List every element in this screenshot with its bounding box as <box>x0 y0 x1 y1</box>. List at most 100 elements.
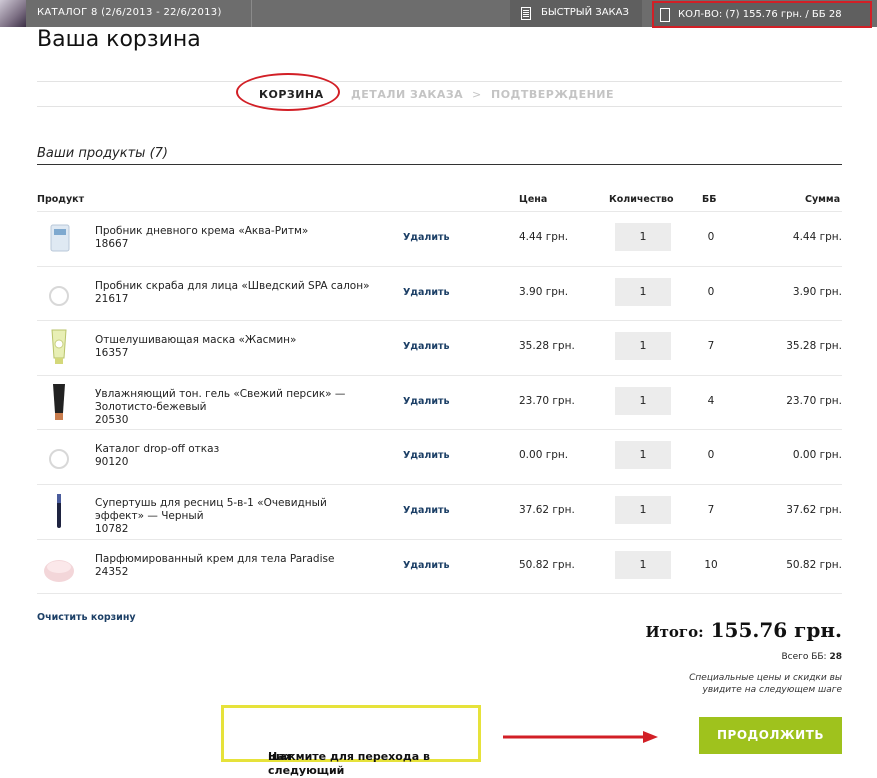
bb-points: 7 <box>707 340 715 353</box>
total-label: Итого: <box>645 623 704 641</box>
step-arrow: > <box>472 88 482 101</box>
quantity-field[interactable]: 1 <box>615 277 671 306</box>
quantity-field[interactable]: 1 <box>615 386 671 415</box>
quantity-field[interactable]: 1 <box>615 441 671 470</box>
table-row: Каталог drop-off отказ 90120 Удалить 0.00 г… <box>37 429 842 484</box>
bb-points: 0 <box>707 449 715 462</box>
header-bb: ББ <box>702 194 717 205</box>
continue-button[interactable]: ПРОДОЛЖИТЬ <box>699 717 842 754</box>
product-name[interactable]: Отшелушивающая маска «Жасмин» 16357 <box>95 334 385 360</box>
product-name[interactable]: Пробник дневного крема «Аква-Ритм» 18667 <box>95 225 385 251</box>
product-name-line: 16357 <box>95 347 129 360</box>
placeholder-circle-icon[interactable] <box>42 274 76 314</box>
hint-line: шаг <box>268 750 293 763</box>
tube-icon[interactable] <box>42 328 76 368</box>
quantity-field[interactable]: 1 <box>615 550 671 579</box>
product-name[interactable]: Каталог drop-off отказ 90120 <box>95 443 385 469</box>
products-title: Ваши продукты (7) <box>37 146 168 161</box>
delete-link[interactable]: Удалить <box>403 232 450 243</box>
product-name-line: 21617 <box>95 292 129 305</box>
header-product: Продукт <box>37 194 85 205</box>
discount-note: Специальные цены и скидки вы увидите на … <box>689 672 842 696</box>
delete-link[interactable]: Удалить <box>403 341 450 352</box>
row-sum: 35.28 грн. <box>786 340 842 353</box>
price: 23.70 грн. <box>519 394 575 407</box>
product-name[interactable]: Супертушь для ресниц 5-в-1 «Очевидный эфф… <box>95 497 385 536</box>
catalog-label[interactable]: КАТАЛОГ 8 (2/6/2013 - 22/6/2013) <box>37 7 222 18</box>
quick-order-button[interactable]: БЫСТРЫЙ ЗАКАЗ <box>510 0 642 27</box>
header-sum: Сумма <box>805 194 841 205</box>
bb-points: 7 <box>707 504 715 516</box>
price: 35.28 грн. <box>519 340 575 353</box>
product-code: 20530 <box>95 413 129 426</box>
product-name-line: Пробник скраба для лица «Шведский SPA са… <box>95 279 370 292</box>
divider <box>37 164 842 165</box>
table-row: Парфюмированный крем для тела Paradise 24… <box>37 539 842 594</box>
row-sum: 0.00 грн. <box>792 449 842 462</box>
sachet-icon[interactable] <box>42 219 76 259</box>
divider <box>251 0 252 27</box>
step-confirmation: ПОДТВЕРЖДЕНИЕ <box>491 88 615 101</box>
dark-tube-icon[interactable] <box>42 383 76 423</box>
product-name-line: Каталог drop-off отказ <box>95 443 220 456</box>
cream-jar-icon[interactable] <box>42 547 76 587</box>
annotation-arrow-icon <box>503 731 658 743</box>
product-name[interactable]: Пробник скраба для лица «Шведский SPA са… <box>95 280 385 306</box>
delete-link[interactable]: Удалить <box>403 505 450 516</box>
delete-link[interactable]: Удалить <box>403 287 450 298</box>
header-price: Цена <box>519 194 548 205</box>
quantity-field[interactable]: 1 <box>615 332 671 361</box>
delete-link[interactable]: Удалить <box>403 396 450 407</box>
quick-order-label: БЫСТРЫЙ ЗАКАЗ <box>541 7 629 18</box>
price: 0.00 грн. <box>519 449 569 462</box>
row-sum: 50.82 грн. <box>786 558 842 571</box>
total-bb: Всего ББ: 28 <box>781 652 842 662</box>
price: 37.62 грн. <box>519 504 575 516</box>
product-name-line: Пробник дневного крема «Аква-Ритм» <box>95 225 309 237</box>
delete-link[interactable]: Удалить <box>403 450 450 461</box>
price: 3.90 грн. <box>519 285 569 298</box>
row-sum: 4.44 грн. <box>792 231 842 243</box>
total-value: 155.76 грн. <box>710 618 842 642</box>
product-name-line: эффект» — Черный <box>95 510 204 522</box>
total-bb-value: 28 <box>829 652 842 662</box>
annotation-circle <box>236 73 340 111</box>
product-name[interactable]: Парфюмированный крем для тела Paradise 24… <box>95 553 385 579</box>
hint-text: Нажмите для перехода в следующий шаг <box>246 729 476 777</box>
table-row: Пробник скраба для лица «Шведский SPA са… <box>37 266 842 321</box>
placeholder-circle-icon[interactable] <box>42 437 76 477</box>
product-name[interactable]: Увлажняющий тон. гель «Свежий персик» — З… <box>95 388 385 427</box>
divider <box>37 106 842 107</box>
product-name-line: Парфюмированный крем для тела Paradise <box>95 552 335 565</box>
price: 4.44 грн. <box>519 231 569 243</box>
bb-points: 0 <box>707 285 715 298</box>
clear-cart-link[interactable]: Очистить корзину <box>37 612 136 623</box>
page-title: Ваша корзина <box>37 27 201 52</box>
table-row: Пробник дневного крема «Аква-Ритм» 18667 У… <box>37 211 842 266</box>
quantity-field[interactable]: 1 <box>615 223 671 251</box>
mascara-icon[interactable] <box>42 492 76 532</box>
cart-summary-button[interactable]: КОЛ-ВО: (7) 155.76 грн. / ББ 28 <box>652 1 872 28</box>
note-line: Специальные цены и скидки вы <box>689 673 842 683</box>
row-sum: 23.70 грн. <box>786 394 842 407</box>
product-name-line: 24352 <box>95 565 129 578</box>
divider <box>37 81 842 82</box>
product-code: 10782 <box>95 523 129 535</box>
note-line: увидите на следующем шаге <box>702 685 843 695</box>
product-name-line: Отшелушивающая маска «Жасмин» <box>95 334 297 347</box>
delete-link[interactable]: Удалить <box>403 560 450 571</box>
quantity-field[interactable]: 1 <box>615 496 671 524</box>
cart-summary-label: КОЛ-ВО: (7) 155.76 грн. / ББ 28 <box>678 9 842 20</box>
product-name-line: 90120 <box>95 456 129 469</box>
catalog-thumbnail[interactable] <box>0 0 26 27</box>
bb-points: 10 <box>704 558 718 571</box>
table-row: Отшелушивающая маска «Жасмин» 16357 Удалит… <box>37 320 842 375</box>
product-name-line: Увлажняющий тон. гель «Свежий персик» — <box>95 387 346 400</box>
row-divider <box>37 593 842 595</box>
table-row: Увлажняющий тон. гель «Свежий персик» — З… <box>37 375 842 430</box>
annotation-hint-box: Нажмите для перехода в следующий шаг <box>221 705 481 777</box>
document-icon <box>521 7 531 20</box>
row-sum: 3.90 грн. <box>792 285 842 298</box>
bb-points: 0 <box>707 231 715 243</box>
shopping-bag-icon <box>660 8 670 22</box>
